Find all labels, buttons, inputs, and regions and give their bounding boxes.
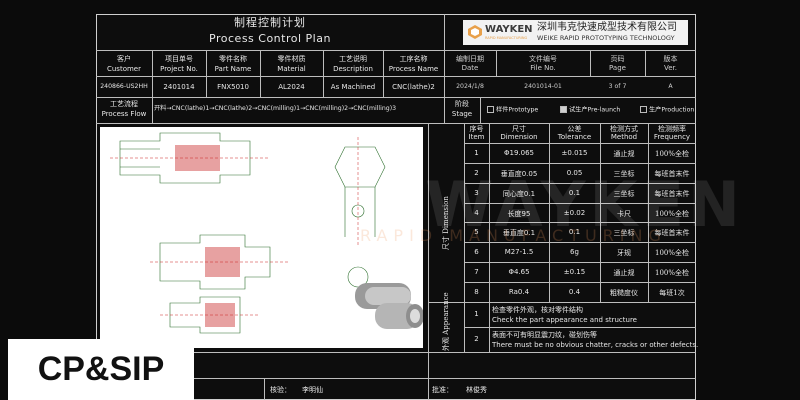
row-8-frequency: 每班1次 [659, 289, 685, 297]
page-title-zh: 制程控制计划 [234, 16, 306, 29]
page-label-zh: 页码 [610, 55, 625, 63]
process-name-label-en: Process Name [388, 65, 439, 73]
description-value: As Machined [330, 83, 376, 91]
row-7-frequency: 100%全检 [654, 269, 689, 277]
header-method-zh: 检测方式 [610, 125, 638, 133]
appearance-item-1-number: 1 [474, 310, 479, 318]
file-label-zh: 文件编号 [529, 55, 557, 63]
customer-value: 240866-US2HH [100, 83, 148, 90]
company-logo-subtext: RAPID MANUFACTURING [485, 36, 528, 40]
customer-label-zh: 客户 [117, 55, 131, 63]
process-flow-label-zh: 工艺流程 [110, 100, 138, 108]
project-label-zh: 项目单号 [165, 55, 193, 63]
row-6-method: 牙规 [617, 249, 631, 257]
row-1-tolerance: ±0.015 [561, 149, 588, 157]
appearance-item-2-number: 2 [474, 335, 479, 343]
project-label-en: Project No. [160, 65, 198, 73]
check-name: 李明仙 [302, 386, 323, 394]
row-7-tolerance: ±0.15 [563, 268, 586, 276]
company-name-zh: 深圳韦克快速成型技术有限公司 [537, 22, 677, 33]
material-label-zh: 零件材质 [277, 55, 306, 63]
header-dimension-en: Dimension [500, 133, 538, 141]
appearance-item-1-en: Check the part appearance and structure [492, 316, 637, 324]
process-flow-value: 开料→CNC(lathe)1→CNC(lathe)2→CNC(milling)1… [154, 105, 397, 112]
page-label-en: Page [609, 64, 626, 72]
wayken-logo-icon [468, 25, 482, 39]
cpsip-badge: CP&SIP [8, 339, 194, 400]
date-value: 2024/1/8 [456, 83, 484, 90]
project-value: 2401014 [163, 83, 195, 91]
appearance-item-2-en: There must be no obvious chatter, cracks… [492, 341, 699, 349]
row-8-method: 粗糙度仪 [610, 289, 638, 297]
row-6-frequency: 100%全检 [654, 249, 689, 257]
part-value: FNX5010 [217, 83, 249, 91]
row-1-dimension: Φ19.065 [503, 149, 534, 157]
approve-name: 林俊秀 [466, 386, 487, 394]
version-value: A [668, 83, 673, 90]
material-value: AL2024 [278, 83, 305, 91]
version-label-zh: 版本 [663, 55, 678, 63]
header-item-en: Item [468, 133, 485, 141]
row-6-dimension: M27-1.5 [504, 248, 534, 256]
row-6-tolerance: 6g [570, 248, 579, 256]
row-8-dimension: Ra0.4 [508, 288, 530, 296]
wayken-watermark-sub: RAPID MANUFACTURING [360, 226, 667, 245]
row-8-tolerance: 0.4 [568, 288, 581, 296]
row-1-item: 1 [474, 149, 479, 157]
row-1-frequency: 100%全检 [654, 150, 689, 158]
process-name-value: CNC(lathe)2 [392, 83, 435, 91]
stage-option-prelaunch[interactable]: 试生产Pre-launch [560, 106, 620, 114]
stage-option-prototype[interactable]: 样件Prototype [487, 106, 538, 114]
page-value: 3 of 7 [608, 83, 627, 90]
header-method-en: Method [610, 133, 638, 141]
description-label-zh: 工艺说明 [339, 55, 367, 63]
company-name-en: WEIKE RAPID PROTOTYPING TECHNOLOGY [537, 34, 675, 42]
row-6-item: 6 [474, 248, 479, 256]
file-label-en: File No. [530, 64, 556, 72]
customer-label-en: Customer [106, 65, 141, 73]
header-dimension-zh: 尺寸 [512, 125, 526, 133]
part-label-en: Part Name [214, 65, 252, 73]
file-value: 2401014-01 [524, 83, 562, 90]
date-label-zh: 编制日期 [456, 55, 484, 63]
company-logo-block: WAYKEN RAPID MANUFACTURING 深圳韦克快速成型技术有限公… [463, 20, 688, 45]
check-label: 核验： [270, 386, 291, 394]
row-1-method: 通止规 [613, 150, 635, 158]
description-label-en: Description [333, 65, 373, 73]
row-8-item: 8 [474, 288, 479, 296]
header-frequency-en: Frequency [653, 133, 691, 141]
material-label-en: Material [277, 65, 306, 73]
stage-checkbox-prelaunch-checked[interactable] [560, 106, 567, 113]
header-tolerance-zh: 公差 [567, 125, 582, 133]
stage-checkbox-production[interactable] [640, 106, 647, 113]
appearance-item-1-zh: 检查零件外观，核对零件结构 [492, 306, 583, 314]
stage-label-zh: 阶段 [455, 100, 469, 108]
stage-option-production[interactable]: 生产Production [640, 106, 694, 114]
row-7-item: 7 [474, 268, 479, 276]
stage-checkbox-prototype[interactable] [487, 106, 494, 113]
version-label-en: Ver. [663, 64, 677, 72]
process-name-label-zh: 工序名称 [399, 55, 428, 63]
row-7-dimension: Φ4.65 [508, 268, 530, 276]
appearance-section-label: 外观 Appearance [441, 292, 450, 352]
header-tolerance-en: Tolerance [557, 133, 592, 141]
page-title-en: Process Control Plan [209, 32, 331, 45]
approve-label: 批准： [432, 386, 453, 394]
date-label-en: Date [461, 64, 479, 72]
header-item-zh: 序号 [469, 125, 484, 133]
appearance-item-2-zh: 表面不可有明显震刀纹，碰划伤等 [492, 331, 597, 339]
company-logo-text: WAYKEN [485, 24, 533, 35]
process-flow-label-en: Process Flow [101, 110, 147, 118]
stage-label-en: Stage [451, 110, 473, 118]
header-frequency-zh: 检测频率 [658, 125, 686, 133]
part-label-zh: 零件名称 [219, 55, 247, 63]
row-7-method: 通止规 [613, 269, 635, 277]
